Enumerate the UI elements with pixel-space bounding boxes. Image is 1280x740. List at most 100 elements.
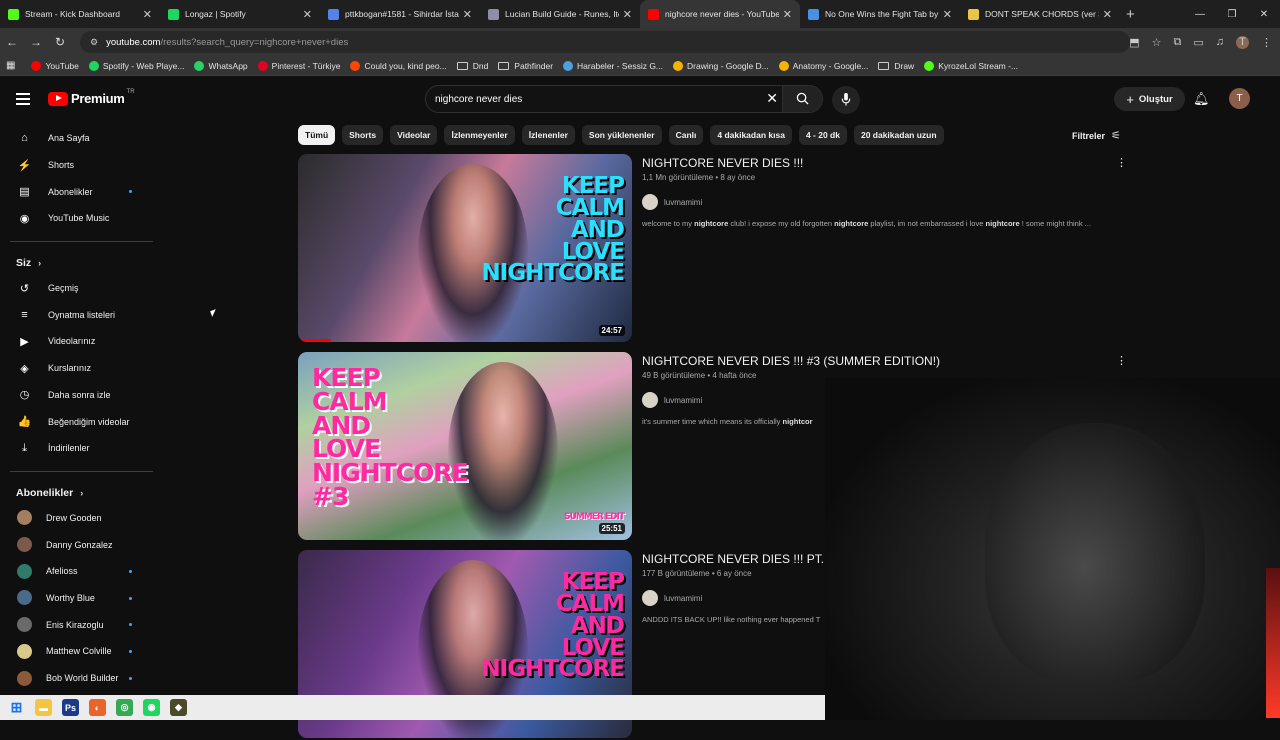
back-icon[interactable]: ←: [0, 35, 24, 49]
notifications-bell-icon[interactable]: 🔔︎: [1193, 91, 1210, 107]
sidebar-you-header[interactable]: Siz ›: [0, 251, 160, 275]
bookmark-item[interactable]: Draw: [878, 61, 914, 71]
create-button[interactable]: + Oluştur: [1114, 87, 1185, 111]
sidebar-item[interactable]: ⚡ Shorts: [0, 152, 160, 179]
browser-tab[interactable]: pttkbogan#1581 - Sihirdar İstat ✕: [320, 0, 480, 28]
sidebar-subscription[interactable]: Drew Gooden: [0, 505, 160, 532]
firefox-icon[interactable]: ◐: [89, 699, 106, 716]
video-title[interactable]: NIGHTCORE NEVER DIES !!!: [642, 156, 803, 170]
sidebar-item[interactable]: ↺ Geçmiş: [0, 275, 160, 302]
hamburger-menu-icon[interactable]: [16, 93, 30, 108]
filter-chip[interactable]: Tümü: [298, 125, 336, 145]
close-tab-icon[interactable]: ✕: [463, 8, 472, 21]
site-info-icon[interactable]: ⚙: [90, 37, 98, 48]
sidebar-item[interactable]: ⌂ Ana Sayfa: [0, 125, 160, 152]
filter-chip[interactable]: Shorts: [342, 125, 384, 145]
browser-tab[interactable]: Longaz | Spotify ✕: [160, 0, 320, 28]
photoshop-icon[interactable]: Ps: [62, 699, 79, 716]
bookmark-item[interactable]: KyrozeLol Stream -...: [924, 60, 1018, 71]
filter-chip[interactable]: İzlenmeyenler: [444, 125, 515, 145]
sidebar-item[interactable]: ⤓ İndirilenler: [0, 435, 160, 462]
more-actions-icon[interactable]: ⋮: [1116, 156, 1127, 169]
clear-search-icon[interactable]: ✕: [766, 90, 778, 107]
bookmark-item[interactable]: Anatomy - Google...: [778, 60, 868, 71]
address-bar[interactable]: ⚙ youtube.com/results?search_query=nighc…: [80, 31, 1130, 53]
filter-chip[interactable]: Videolar: [390, 125, 438, 145]
bookmark-item[interactable]: Could you, kind peo...: [350, 60, 447, 71]
voice-search-button[interactable]: [832, 86, 860, 114]
filter-chip[interactable]: Son yüklenenler: [581, 125, 662, 145]
filter-chip[interactable]: İzlenenler: [521, 125, 575, 145]
windows-start-icon[interactable]: ⊞: [8, 699, 25, 716]
bookmark-item[interactable]: Harabeler - Sessiz G...: [563, 60, 663, 71]
close-tab-icon[interactable]: ✕: [1103, 8, 1112, 21]
sidebar-item[interactable]: ≡ Oynatma listeleri: [0, 301, 160, 328]
sidebar-subscription[interactable]: Worthy Blue: [0, 585, 160, 612]
extensions-icon[interactable]: ⧉: [1173, 36, 1181, 49]
video-thumbnail[interactable]: KEEP CALM AND LOVE NIGHTCORE 24:57: [298, 154, 632, 342]
filter-chip[interactable]: 4 - 20 dk: [798, 125, 847, 145]
file-explorer-icon[interactable]: ▬: [35, 699, 52, 716]
menu-icon[interactable]: ⋮: [1261, 36, 1272, 49]
chrome-icon[interactable]: ◎: [116, 699, 133, 716]
filter-chip[interactable]: 4 dakikadan kısa: [710, 125, 792, 145]
search-input[interactable]: nighcore never dies ✕: [425, 85, 823, 113]
filter-chip[interactable]: 20 dakikadan uzun: [853, 125, 944, 145]
bookmark-item[interactable]: Drawing - Google D...: [673, 60, 769, 71]
minimize-icon[interactable]: —: [1184, 9, 1216, 20]
channel-link[interactable]: luvmamimi: [642, 194, 702, 210]
channel-link[interactable]: luvmamimi: [642, 392, 702, 408]
sidebar-item[interactable]: ▤ Abonelikler: [0, 178, 160, 205]
sidebar-item[interactable]: ◷ Daha sonra izle: [0, 382, 160, 409]
browser-tab[interactable]: nighcore never dies - YouTube ✕: [640, 0, 800, 28]
video-result[interactable]: KEEP CALM AND LOVE NIGHTCORE 24:57 NIGHTCORE N…: [298, 154, 1128, 344]
browser-tab[interactable]: No One Wins the Fight Tab by Pa ✕: [800, 0, 960, 28]
bookmark-item[interactable]: Spotify - Web Playe...: [88, 60, 184, 71]
channel-link[interactable]: luvmamimi: [642, 590, 702, 606]
close-tab-icon[interactable]: ✕: [783, 8, 792, 21]
close-tab-icon[interactable]: ✕: [143, 8, 152, 21]
browser-tab[interactable]: Stream - Kick Dashboard ✕: [0, 0, 160, 28]
bookmark-item[interactable]: Dnd: [456, 61, 488, 71]
sidebar-subscription[interactable]: Danny Gonzalez: [0, 531, 160, 558]
cast-icon[interactable]: ▭: [1193, 36, 1203, 49]
sidebar-subscription[interactable]: Bob World Builder: [0, 665, 160, 692]
close-tab-icon[interactable]: ✕: [303, 8, 312, 21]
video-title[interactable]: NIGHTCORE NEVER DIES !!! PT. 2: [642, 552, 834, 566]
profile-avatar[interactable]: T: [1236, 35, 1249, 49]
bookmark-item[interactable]: Pathfinder: [498, 61, 553, 71]
more-actions-icon[interactable]: ⋮: [1116, 354, 1127, 367]
sidebar-item[interactable]: ▶ Videolarınız: [0, 328, 160, 355]
browser-tab[interactable]: Lucian Build Guide - Runes, Item ✕: [480, 0, 640, 28]
install-app-icon[interactable]: ⬒: [1129, 36, 1139, 49]
filter-chip[interactable]: Canlı: [668, 125, 704, 145]
bookmark-item[interactable]: YouTube: [31, 60, 79, 71]
sidebar-subscription[interactable]: Matthew Colville: [0, 638, 160, 665]
forward-icon[interactable]: →: [24, 35, 48, 49]
spotify-icon[interactable]: ◉: [143, 699, 160, 716]
apps-grid-icon[interactable]: ▦: [6, 60, 15, 71]
sidebar-subscription[interactable]: Enis Kirazoglu: [0, 611, 160, 638]
video-thumbnail[interactable]: KEEP CALM AND LOVE NIGHTCORE #3 SUMMER EDIT 25:…: [298, 352, 632, 540]
bookmark-item[interactable]: Pinterest - Türkiye: [257, 60, 340, 71]
youtube-premium-logo[interactable]: Premium TR: [48, 89, 135, 106]
sidebar-subscriptions-header[interactable]: Abonelikler ›: [0, 481, 160, 505]
media-icon[interactable]: ♫: [1216, 36, 1224, 48]
bookmark-star-icon[interactable]: ☆: [1152, 36, 1162, 49]
close-tab-icon[interactable]: ✕: [943, 8, 952, 21]
new-tab-icon[interactable]: +: [1126, 6, 1135, 23]
search-button[interactable]: [782, 86, 822, 112]
filters-button[interactable]: Filtreler ⚟: [1072, 129, 1121, 142]
sidebar-item[interactable]: 👍 Beğendiğim videolar: [0, 408, 160, 435]
sidebar-subscription[interactable]: Afelioss: [0, 558, 160, 585]
reload-icon[interactable]: ↻: [48, 35, 72, 49]
app-icon[interactable]: ◆: [170, 699, 187, 716]
maximize-icon[interactable]: ❐: [1216, 9, 1248, 20]
sidebar-item[interactable]: ◈ Kurslarınız: [0, 355, 160, 382]
browser-tab[interactable]: DONT SPEAK CHORDS (ver 3) b ✕: [960, 0, 1120, 28]
sidebar-item[interactable]: ◉ YouTube Music: [0, 205, 160, 232]
bookmark-item[interactable]: WhatsApp: [194, 60, 248, 71]
close-window-icon[interactable]: ✕: [1248, 9, 1280, 20]
video-title[interactable]: NIGHTCORE NEVER DIES !!! #3 (SUMMER EDIT…: [642, 354, 940, 368]
user-avatar[interactable]: T: [1229, 88, 1250, 109]
